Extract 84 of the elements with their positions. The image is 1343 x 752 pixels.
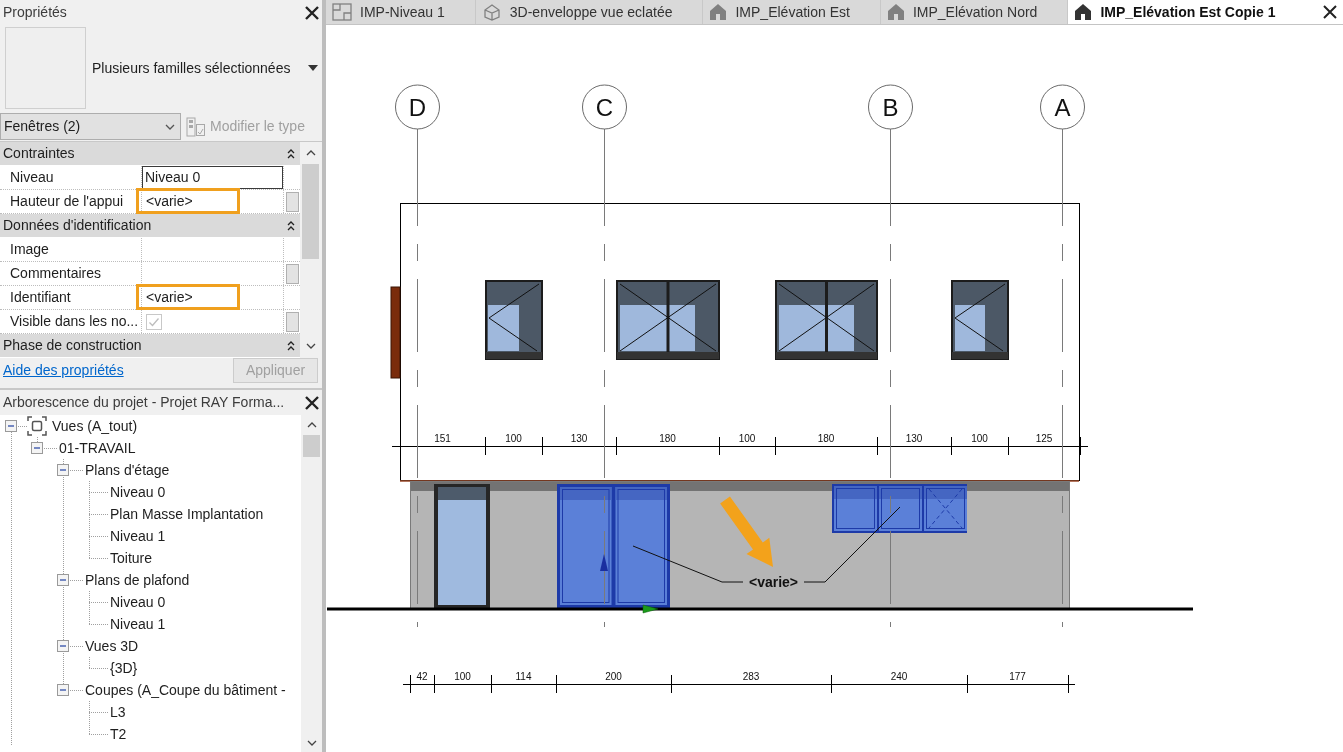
parameter-button[interactable] [285, 263, 299, 284]
tree-item[interactable]: L3 [110, 703, 126, 721]
scrollbar-thumb[interactable] [303, 435, 320, 457]
dimension-value: 100 [505, 433, 522, 444]
scrollbar-thumb[interactable] [302, 164, 319, 259]
property-label: Commentaires [0, 262, 142, 285]
grid-bubble: A [1040, 84, 1085, 130]
tab[interactable]: IMP_Elévation Est [703, 0, 881, 24]
scroll-up-icon[interactable] [305, 150, 316, 156]
dimension-value: 100 [971, 433, 988, 444]
category-header[interactable]: Données d'identification [0, 214, 300, 238]
dimension-value: 177 [1009, 671, 1026, 682]
tab[interactable]: 3D-enveloppe vue eclatée [475, 0, 704, 24]
tree-item[interactable]: Niveau 1 [110, 527, 166, 545]
tree-item[interactable]: T2 [110, 725, 127, 743]
property-label: Visible dans les no... [0, 310, 142, 333]
dimension-value: 180 [659, 433, 676, 444]
dimension-value: 180 [817, 433, 835, 444]
dimension-value: 100 [454, 671, 471, 682]
dimension-value: 42 [416, 671, 428, 682]
dimension-value: 100 [738, 433, 756, 444]
house-icon [886, 3, 905, 21]
dimension-value: 200 [605, 671, 622, 682]
dimension-value: 130 [570, 433, 588, 444]
category-header[interactable]: Contraintes [0, 142, 300, 166]
grid-bubble: C [582, 84, 627, 130]
tree-item[interactable]: 01-TRAVAIL [59, 439, 136, 457]
value-field[interactable]: <varie> [142, 190, 284, 213]
help-link[interactable]: Aide des propriétés [3, 362, 124, 379]
tree-item[interactable]: Toiture [110, 549, 153, 567]
house-icon [1074, 3, 1093, 21]
view-frame-icon [27, 416, 47, 436]
right-arrow-icon[interactable] [642, 604, 659, 614]
tree-item[interactable]: Niveau 1 [110, 615, 166, 633]
tree-item[interactable]: Coupes (A_Coupe du bâtiment - [85, 681, 286, 699]
property-label: Hauteur de l'appui [0, 190, 142, 213]
scroll-down-icon[interactable] [306, 740, 317, 746]
type-selector[interactable]: Plusieurs familles sélectionnées [86, 27, 322, 109]
parameter-button[interactable] [285, 191, 299, 212]
collapse-icon[interactable] [287, 340, 295, 351]
dimension-value: 240 [890, 671, 908, 682]
close-icon[interactable] [305, 5, 319, 20]
caret-icon [308, 65, 318, 71]
dimension-value: 151 [434, 433, 451, 444]
house-3d-icon [481, 3, 502, 21]
edit-type-icon [186, 116, 206, 137]
house-icon [709, 3, 728, 21]
tree-item[interactable]: Niveau 0 [110, 483, 166, 501]
close-icon[interactable] [1323, 5, 1337, 19]
dimension-value: 283 [742, 671, 760, 682]
floor-plan-icon [332, 3, 352, 21]
grid-bubble: D [395, 84, 440, 130]
collapse-icon[interactable] [287, 148, 295, 159]
property-label: Identifiant [0, 286, 142, 309]
tree-item[interactable]: {3D} [110, 659, 138, 677]
chevron-down-icon [165, 123, 175, 130]
scroll-down-icon[interactable] [305, 343, 316, 349]
close-icon[interactable] [305, 395, 319, 410]
value-field[interactable]: Niveau 0 [142, 166, 283, 189]
property-label: Image [0, 238, 142, 261]
tab[interactable]: IMP-Niveau 1 [326, 0, 476, 24]
dimension-value: 130 [905, 433, 923, 444]
tag-label: <varie> [748, 574, 799, 590]
dimension-value: 114 [515, 671, 532, 682]
tree-item[interactable]: Vues (A_tout) [52, 417, 138, 435]
tree-item[interactable]: Plans d'étage [85, 461, 170, 479]
tree-item[interactable]: Vues 3D [85, 637, 139, 655]
filter-dropdown[interactable]: Fenêtres (2) [0, 113, 181, 140]
dimension-value: 125 [1035, 433, 1053, 444]
panel-title: Propriétés [3, 4, 67, 21]
panel-title: Arborescence du projet - Projet RAY Forma... [3, 394, 285, 411]
grid-bubble: B [868, 84, 913, 130]
value-field[interactable]: <varie> [142, 286, 284, 309]
tab[interactable]: IMP_Elévation Nord [880, 0, 1069, 24]
up-arrow-icon[interactable] [600, 554, 608, 571]
tree-item[interactable]: Plans de plafond [85, 571, 190, 589]
tab[interactable]: IMP_Elévation Est Copie 1 [1068, 0, 1343, 24]
collapse-icon[interactable] [287, 220, 295, 231]
category-header[interactable]: Phase de construction [0, 334, 300, 358]
tree-item[interactable]: Niveau 0 [110, 593, 166, 611]
scrollbar-track[interactable] [301, 415, 322, 752]
arrow-annotation [720, 496, 773, 567]
scroll-up-icon[interactable] [306, 422, 317, 428]
tree-item[interactable]: Plan Masse Implantation [110, 505, 264, 523]
